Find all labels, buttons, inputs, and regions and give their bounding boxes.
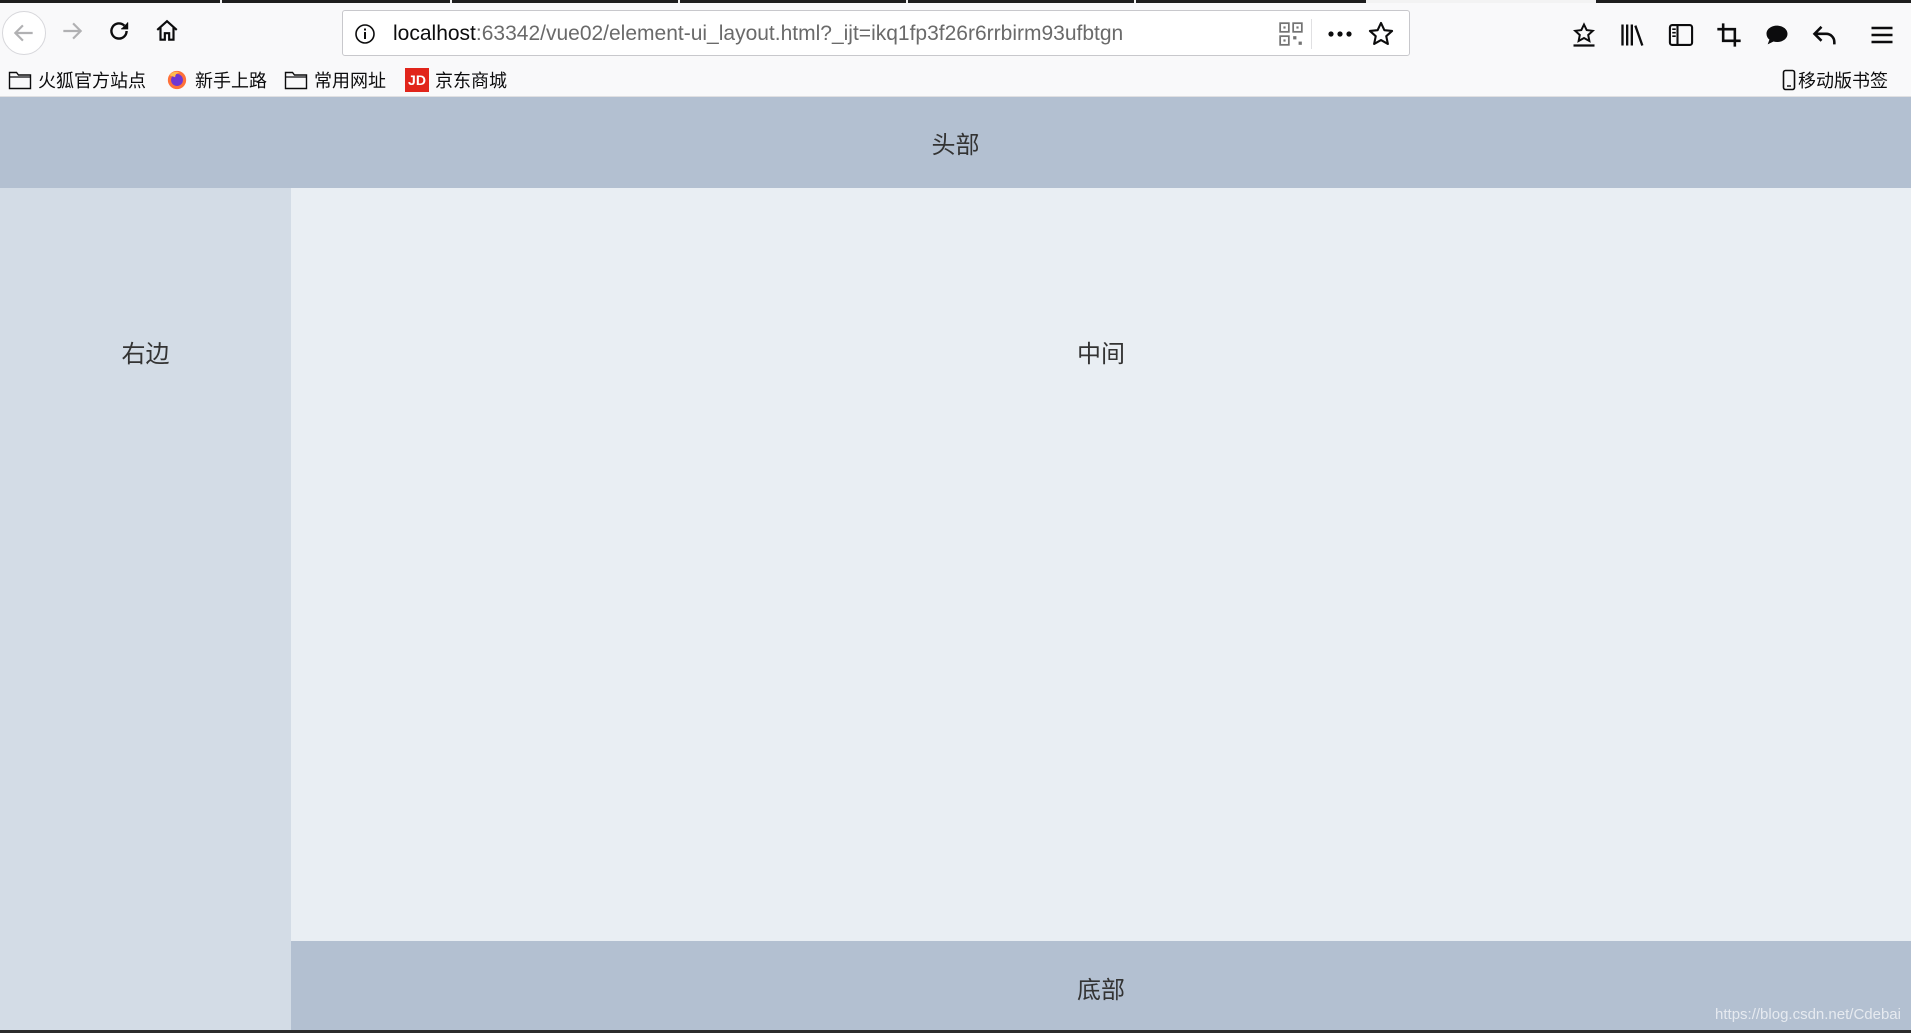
url-bar[interactable]: localhost:63342/vue02/element-ui_layout.… bbox=[342, 10, 1410, 56]
bookmark-getting-started[interactable]: 新手上路 bbox=[165, 63, 267, 97]
folder-icon bbox=[284, 71, 308, 90]
url-separator bbox=[1311, 19, 1312, 49]
chat-icon[interactable] bbox=[1763, 21, 1791, 49]
bookmark-label: 新手上路 bbox=[195, 71, 267, 92]
layout-main: 中间 bbox=[291, 188, 1911, 941]
sidebar-icon[interactable] bbox=[1667, 21, 1695, 49]
menu-icon[interactable] bbox=[1868, 21, 1896, 49]
bookmark-folder-common-sites[interactable]: 常用网址 bbox=[284, 63, 386, 97]
mobile-bookmarks-label: 移动版书签 bbox=[1798, 71, 1888, 92]
bookmark-label: 京东商城 bbox=[435, 71, 507, 92]
jd-icon: JD bbox=[405, 68, 429, 92]
aside-text: 右边 bbox=[121, 340, 170, 368]
url-host: localhost bbox=[393, 22, 476, 45]
footer-text: 底部 bbox=[1077, 975, 1125, 1004]
star-icon[interactable] bbox=[1367, 20, 1395, 48]
watermark: https://blog.csdn.net/Cdebai bbox=[1715, 1006, 1901, 1023]
back-icon bbox=[13, 24, 33, 42]
page-content: 头部 右边 中间 底部 https://blog.csdn.net/Cdebai bbox=[0, 97, 1911, 1033]
forward-button[interactable] bbox=[52, 11, 92, 51]
folder-icon bbox=[8, 71, 32, 90]
info-icon[interactable] bbox=[353, 22, 377, 46]
undo-icon[interactable] bbox=[1811, 21, 1839, 49]
header-text: 头部 bbox=[931, 131, 980, 159]
bookmark-label: 火狐官方站点 bbox=[38, 71, 146, 92]
firefox-icon bbox=[167, 70, 187, 90]
layout-footer: 底部 bbox=[291, 941, 1911, 1033]
url-text[interactable]: localhost:63342/vue02/element-ui_layout.… bbox=[393, 22, 1123, 46]
library-icon[interactable] bbox=[1619, 21, 1647, 49]
mobile-bookmarks[interactable]: 移动版书签 bbox=[1782, 63, 1888, 97]
mobile-phone-icon bbox=[1782, 69, 1796, 91]
more-icon[interactable] bbox=[1325, 21, 1355, 47]
bookmark-jd-mall[interactable]: JD 京东商城 bbox=[405, 63, 507, 97]
qr-code-icon[interactable] bbox=[1278, 21, 1304, 47]
layout-aside: 右边 bbox=[0, 188, 291, 1033]
download-icon[interactable] bbox=[1570, 21, 1598, 49]
reload-button[interactable] bbox=[99, 11, 139, 51]
forward-icon bbox=[63, 22, 83, 40]
bookmark-folder-firefox[interactable]: 火狐官方站点 bbox=[8, 63, 146, 97]
url-path: :63342/vue02/element-ui_layout.html?_ijt… bbox=[475, 22, 1124, 45]
home-icon bbox=[156, 19, 178, 41]
navigation-toolbar: localhost:63342/vue02/element-ui_layout.… bbox=[0, 3, 1911, 63]
screenshot-icon[interactable] bbox=[1715, 21, 1743, 49]
main-text: 中间 bbox=[1077, 340, 1125, 368]
bookmarks-toolbar: 火狐官方站点 新手上路 常用网址 JD 京东商城 移动版书签 bbox=[0, 63, 1911, 97]
bookmark-label: 常用网址 bbox=[314, 71, 386, 92]
home-button[interactable] bbox=[147, 11, 187, 51]
reload-icon bbox=[110, 22, 129, 40]
layout-header: 头部 bbox=[0, 97, 1911, 188]
back-button[interactable] bbox=[2, 11, 46, 55]
